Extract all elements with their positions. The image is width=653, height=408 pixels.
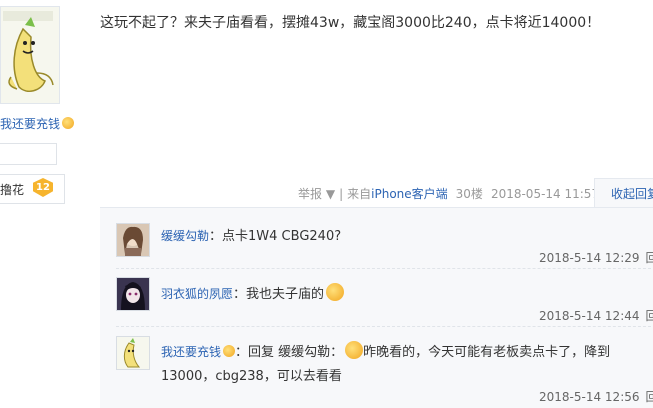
reply-line: 羽衣狐的夙愿：我也夫子庙的 (161, 283, 344, 302)
reply-line: 我还要充钱：回复 缓缓勾勒：昨晚看的，今天可能有老板卖点卡了，降到 (161, 341, 610, 360)
smiley-icon (62, 117, 74, 129)
user-info-box (0, 143, 57, 165)
reply-text-continued: 13000，cbg238，可以去看看 (161, 365, 342, 384)
post-content: 这玩不起了？来夫子庙看看，摆摊43w，藏宝阁3000比240，点卡将近14000… (100, 12, 600, 32)
reply-time: 2018-5-14 12:44 (539, 309, 640, 323)
reply-time: 2018-5-14 12:29 (539, 251, 640, 265)
reply-divider (116, 326, 653, 327)
reply-text: 昨晚看的，今天可能有老板卖点卡了，降到 (363, 345, 610, 360)
girl-avatar-icon (117, 224, 149, 256)
reply-author[interactable]: 我还要充钱 (161, 345, 221, 359)
reply-author[interactable]: 缓缓勾勒 (161, 229, 209, 243)
client-link[interactable]: iPhone客户端 (371, 187, 448, 201)
reply-prefix: 回复 缓缓勾勒： (248, 345, 343, 360)
badge-label: 撸花 (0, 181, 24, 198)
reply-text: 我也夫子庙的 (246, 287, 324, 302)
smiley-icon (326, 283, 344, 301)
reply-avatar[interactable] (116, 336, 150, 370)
reply-button[interactable]: 回复 (646, 251, 653, 265)
reply-button[interactable]: 回复 (646, 309, 653, 323)
banana-avatar-icon (117, 337, 149, 369)
smiley-icon (345, 341, 363, 359)
report-link[interactable]: 举报 ▼ (298, 187, 335, 201)
reply-author[interactable]: 羽衣狐的夙愿 (161, 287, 233, 301)
report-text[interactable]: 举报 (298, 187, 322, 201)
username-text[interactable]: 我还要充钱 (0, 117, 60, 131)
reply-meta: 2018-5-14 12:29 回复 (539, 249, 653, 266)
floor-number: 30楼 (456, 187, 483, 201)
post-time: 2018-05-14 11:57 (491, 187, 599, 201)
chevron-down-icon[interactable]: ▼ (326, 187, 335, 201)
banana-avatar-icon (1, 7, 59, 103)
fold-replies-button[interactable]: 收起回复 (594, 178, 653, 208)
reply-avatar[interactable] (116, 277, 150, 311)
smiley-icon (223, 345, 235, 357)
dark-hair-avatar-icon (117, 278, 149, 310)
reply-text: 点卡1W4 CBG240? (222, 229, 341, 244)
reply-line: 缓缓勾勒：点卡1W4 CBG240? (161, 225, 341, 244)
reply-divider (116, 268, 653, 269)
reply-meta: 2018-5-14 12:44 回复 (539, 307, 653, 324)
reply-meta: 2018-5-14 12:56回复 (539, 388, 653, 405)
client-prefix: 来自 (347, 187, 371, 201)
tail-divider: | (339, 187, 343, 201)
post-tail: 举报 ▼ | 来自iPhone客户端 30楼 2018-05-14 11:57 (298, 185, 599, 202)
username-link[interactable]: 我还要充钱 (0, 115, 74, 132)
user-avatar[interactable] (0, 6, 60, 104)
reply-avatar[interactable] (116, 223, 150, 257)
